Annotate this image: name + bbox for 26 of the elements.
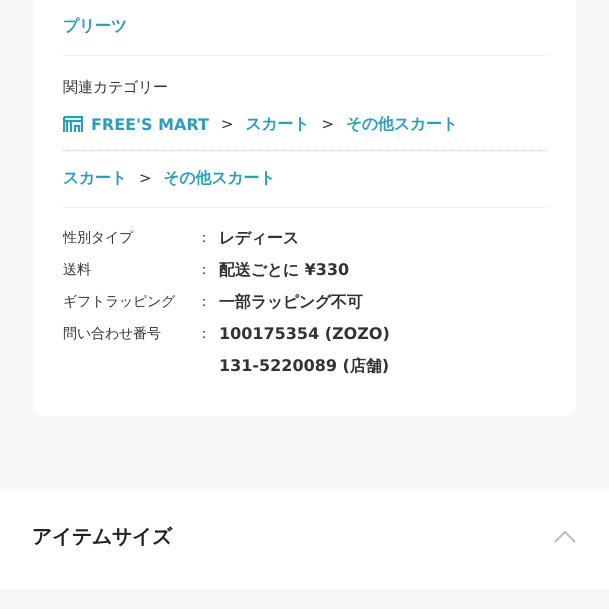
- section-title: 関連カテゴリー: [63, 78, 169, 97]
- store-icon: [63, 116, 83, 132]
- spec-label: 性別タイプ: [63, 229, 134, 248]
- spec-value: 一部ラッピング不可: [219, 292, 364, 312]
- accordion-header[interactable]: アイテムサイズ: [0, 489, 609, 589]
- category-link[interactable]: その他スカート: [164, 168, 276, 188]
- accordion-title: アイテムサイズ: [32, 523, 172, 550]
- spec-colon: ：: [197, 229, 212, 248]
- shop-link[interactable]: FREE'S MART: [63, 114, 209, 134]
- category-link[interactable]: スカート: [246, 114, 310, 134]
- spec-label: 送料: [63, 261, 92, 280]
- spec-value: 配送ごとに ¥330: [219, 260, 350, 280]
- breadcrumb-separator: >: [220, 115, 234, 133]
- spec-label: ギフトラッピング: [63, 293, 176, 312]
- spec-label: 問い合わせ番号: [63, 325, 162, 344]
- feature-link[interactable]: プリーツ: [63, 16, 127, 37]
- spec-colon: ：: [197, 261, 212, 280]
- category-link[interactable]: スカート: [63, 168, 127, 188]
- spec-value: 131-5220089 (店舗): [219, 356, 390, 376]
- spec-colon: ：: [197, 293, 212, 312]
- breadcrumb-separator: >: [139, 169, 152, 187]
- category-link[interactable]: その他スカート: [346, 114, 458, 134]
- spec-colon: ：: [197, 325, 212, 344]
- breadcrumb-separator: >: [322, 115, 334, 133]
- spec-value: 100175354 (ZOZO): [219, 324, 391, 344]
- spec-value: レディース: [219, 228, 300, 248]
